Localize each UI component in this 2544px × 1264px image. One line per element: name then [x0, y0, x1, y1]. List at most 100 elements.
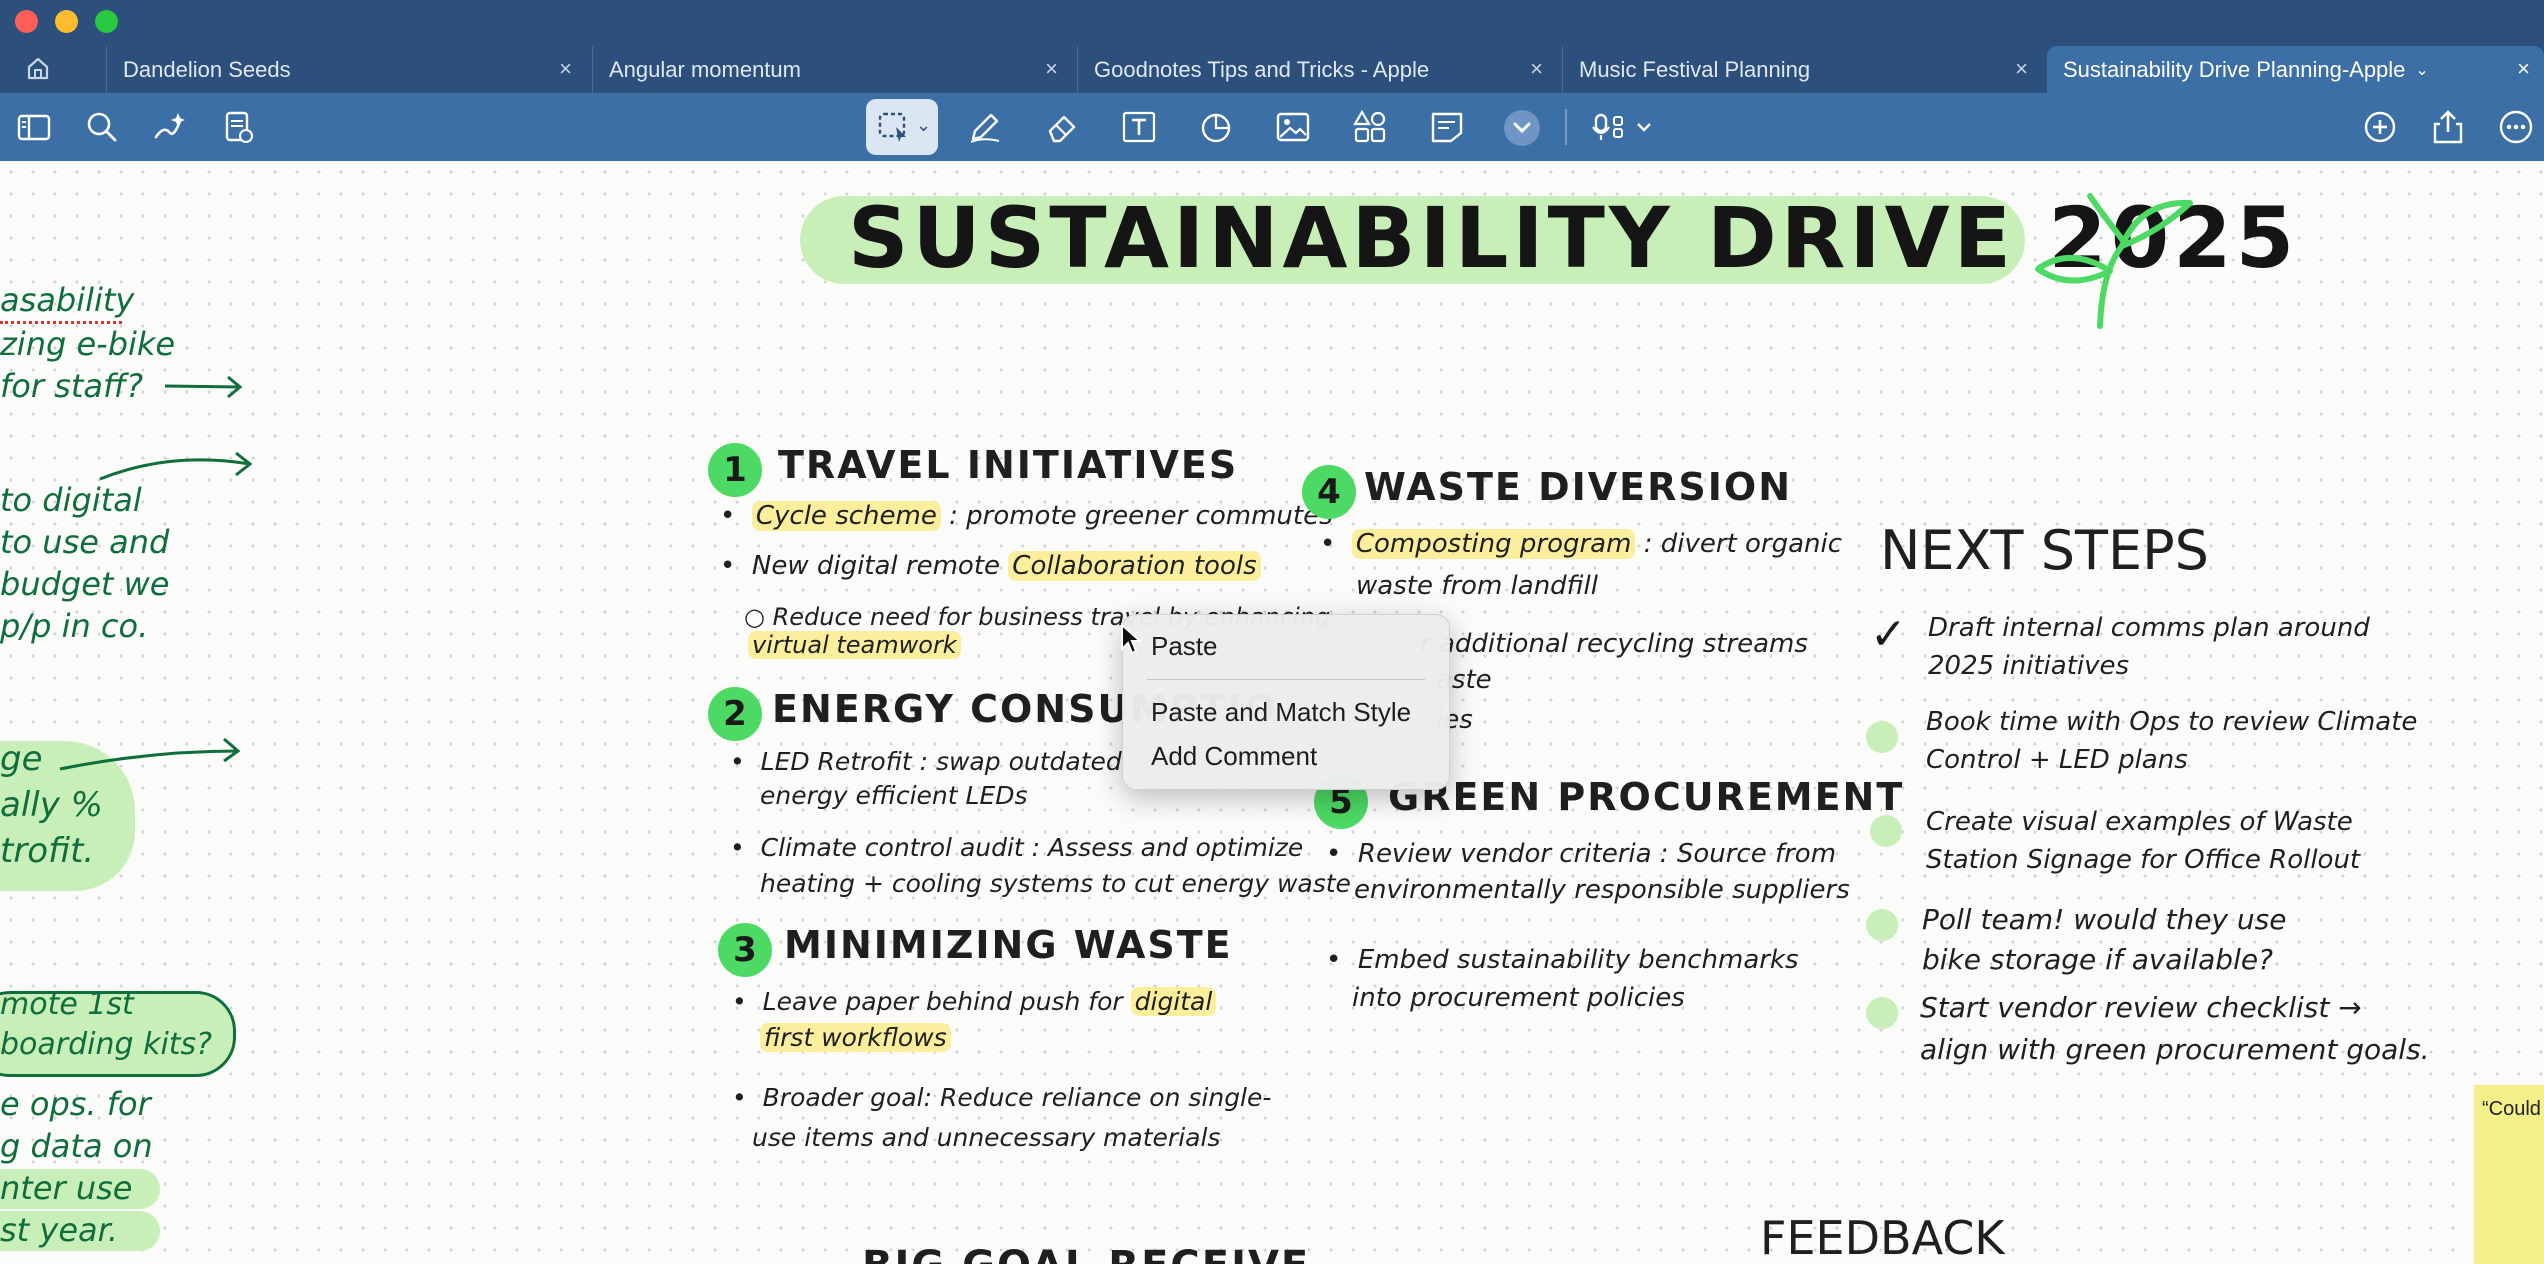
sticky-note-icon[interactable]: [1427, 107, 1467, 147]
image-icon[interactable]: [1273, 107, 1313, 147]
bullet-text: Review vendor criteria : Source from: [1357, 839, 1837, 869]
highlighted-text: virtual teamwork: [748, 631, 961, 659]
list-item-continuation: first workflows: [760, 1023, 951, 1052]
next-step-item: Draft internal comms plan around: [1928, 613, 2370, 643]
cursor-icon: [1120, 622, 1144, 657]
document-icon[interactable]: [218, 107, 258, 147]
bullet-text: New digital remote: [751, 551, 1001, 581]
section-number-badge: 1: [708, 443, 762, 497]
tab-dandelion-seeds[interactable]: Dandelion Seeds ×: [106, 46, 586, 93]
toolbar: ⌄: [0, 93, 2544, 161]
section-number-badge: 2: [708, 687, 762, 741]
tab-label: Angular momentum: [609, 56, 801, 82]
bullet-text: : promote greener commutes: [949, 501, 1333, 531]
next-step-item-continuation: Station Signage for Office Rollout: [1926, 845, 2361, 875]
shapes-icon[interactable]: [1196, 107, 1236, 147]
tab-goodnotes-tips[interactable]: Goodnotes Tips and Tricks - Apple ×: [1077, 46, 1557, 93]
next-step-item: Create visual examples of Waste: [1926, 807, 2353, 837]
tab-sustainability-drive[interactable]: Sustainability Drive Planning-Apple ⌄ ×: [2047, 46, 2544, 93]
bullet-text: : divert organic: [1643, 529, 1843, 559]
highlighted-text: digital: [1130, 987, 1217, 1016]
margin-note-line: mote 1st: [0, 987, 134, 1022]
next-step-item-continuation: Control + LED plans: [1926, 745, 2188, 775]
sticky-note[interactable]: “Could comms internal: [2474, 1085, 2544, 1264]
step-checkbox[interactable]: [1866, 909, 1898, 941]
margin-note-line: trofit.: [0, 831, 95, 871]
lasso-tool-button[interactable]: ⌄: [866, 99, 938, 155]
highlighted-text: Composting program: [1351, 529, 1636, 559]
margin-note-line: st year.: [0, 1211, 119, 1249]
sprout-doodle: [2030, 191, 2200, 331]
window-minimize-button[interactable]: [55, 10, 78, 33]
chevron-down-icon[interactable]: ⌄: [2415, 60, 2428, 80]
tab-music-festival[interactable]: Music Festival Planning ×: [1562, 46, 2042, 93]
highlighted-text: Collaboration tools: [1008, 551, 1261, 581]
search-icon[interactable]: [82, 107, 122, 147]
highlighted-text: first workflows: [760, 1023, 951, 1052]
margin-note-line: g data on: [0, 1127, 153, 1165]
next-step-item-continuation: 2025 initiatives: [1928, 651, 2130, 681]
margin-note-line: nter use: [0, 1169, 133, 1207]
tab-close-icon[interactable]: ×: [559, 56, 572, 82]
list-item: • Leave paper behind push for digital: [732, 987, 1217, 1016]
pen-icon[interactable]: [965, 107, 1005, 147]
list-item: • Cycle scheme : promote greener commute…: [720, 501, 1333, 531]
menu-item-paste[interactable]: Paste: [1151, 631, 1218, 662]
window-zoom-button[interactable]: [95, 10, 118, 33]
list-item-continuation: environmentally responsible suppliers: [1354, 875, 1850, 905]
menu-item-add-comment[interactable]: Add Comment: [1151, 741, 1317, 772]
next-step-item: Start vendor review checklist →: [1920, 991, 2362, 1024]
bullet-text: Climate control audit : Assess and optim…: [760, 833, 1304, 862]
list-item-continuation: into procurement policies: [1352, 983, 1685, 1013]
share-icon[interactable]: [2428, 107, 2468, 147]
checkmark-icon: ✓: [1870, 609, 1907, 660]
text-box-icon[interactable]: [1119, 107, 1159, 147]
list-item-continuation: energy efficient LEDs: [760, 781, 1028, 810]
next-step-item-continuation: bike storage if available?: [1922, 943, 2273, 976]
eraser-icon[interactable]: [1042, 107, 1082, 147]
list-item: r additional recycling streams: [1420, 629, 1808, 659]
toolbar-divider: [1565, 109, 1567, 145]
more-icon[interactable]: [2496, 107, 2536, 147]
list-item: • New digital remote Collaboration tools: [720, 551, 1261, 581]
ai-sparkle-icon[interactable]: [150, 107, 190, 147]
tab-angular-momentum[interactable]: Angular momentum ×: [592, 46, 1072, 93]
bullet-text: Broader goal: Reduce reliance on single-: [762, 1083, 1272, 1112]
add-icon[interactable]: [2360, 107, 2400, 147]
home-tab-icon[interactable]: [24, 54, 52, 82]
section-number-badge: 3: [718, 923, 772, 977]
step-checkbox[interactable]: [1866, 721, 1898, 753]
tab-close-icon[interactable]: ×: [1045, 56, 1058, 82]
menu-item-paste-and-match-style[interactable]: Paste and Match Style: [1151, 697, 1411, 728]
sticky-note-text: “Could comms internal: [2482, 1098, 2544, 1120]
tab-label: Dandelion Seeds: [123, 56, 291, 82]
section-number-badge: 4: [1302, 465, 1356, 519]
sidebar-icon[interactable]: [14, 107, 54, 147]
audio-record-icon[interactable]: [1590, 107, 1660, 147]
next-step-item: Book time with Ops to review Climate: [1926, 707, 2418, 737]
tab-close-icon[interactable]: ×: [2517, 56, 2530, 82]
list-item-continuation: use items and unnecessary materials: [752, 1123, 1221, 1152]
bullet-text: Leave paper behind push for: [762, 987, 1123, 1016]
title-bar: Dandelion Seeds × Angular momentum × Goo…: [0, 0, 2544, 93]
section-heading: MINIMIZING WASTE: [784, 923, 1233, 967]
margin-note-line: boarding kits?: [0, 1027, 213, 1062]
tab-label: Music Festival Planning: [1579, 56, 1811, 82]
tab-close-icon[interactable]: ×: [2015, 56, 2028, 82]
tab-close-icon[interactable]: ×: [1530, 56, 1543, 82]
next-steps-heading: NEXT STEPS: [1880, 519, 2209, 582]
feedback-heading: FEEDBACK: [1760, 1211, 2005, 1264]
more-tools-icon[interactable]: [1504, 110, 1540, 146]
window-close-button[interactable]: [15, 10, 38, 33]
step-checkbox[interactable]: [1870, 815, 1902, 847]
margin-arrows: [59, 375, 253, 771]
notebook-page[interactable]: SUSTAINABILITY DRIVE 2025 asability zing…: [0, 161, 2544, 1264]
menu-separator: [1147, 679, 1425, 680]
step-checkbox[interactable]: [1866, 997, 1898, 1029]
section-heading: TRAVEL INITIATIVES: [778, 443, 1239, 487]
elements-icon[interactable]: [1350, 107, 1390, 147]
chevron-down-icon[interactable]: ⌄: [916, 115, 931, 136]
highlighted-text: Cycle scheme: [751, 501, 941, 531]
bottom-heading: BIG GOAL RECEIVE: [862, 1243, 1310, 1264]
context-menu: Paste Paste and Match Style Add Comment: [1122, 614, 1450, 790]
